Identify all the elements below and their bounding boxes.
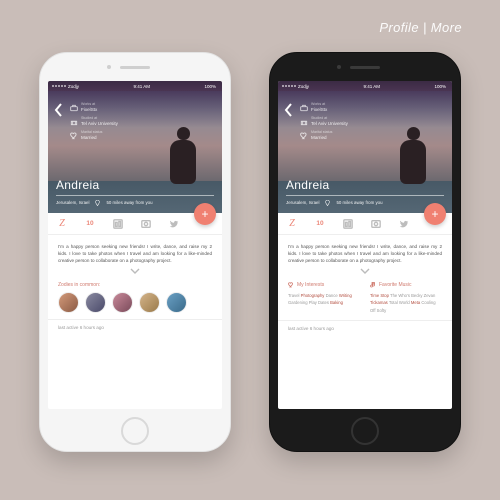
- tab-row: Z 10 +: [278, 213, 452, 235]
- phone-black: Zodjy 9:41 AM 100% Works atFixelStx: [269, 52, 461, 452]
- tab-photos[interactable]: [366, 214, 386, 234]
- zody-avatar[interactable]: [85, 292, 106, 313]
- briefcase-icon: [70, 104, 78, 112]
- interests-title: My Interests: [288, 282, 360, 288]
- hero: Works atFixelStx Studied atTel Aviv Univ…: [278, 91, 452, 213]
- zody-avatar[interactable]: [112, 292, 133, 313]
- add-button[interactable]: +: [424, 203, 446, 225]
- heart-icon: [300, 132, 308, 140]
- screen-profile: Zodjy 9:41 AM 100% Works atFixelStx: [48, 81, 222, 409]
- hero: Works atFixelStx Studied atTel Aviv Univ…: [48, 91, 222, 213]
- status-bar: Zodjy 9:41 AM 100%: [278, 81, 452, 91]
- page-label: Profile | More: [379, 20, 462, 35]
- expand-bio[interactable]: [288, 268, 442, 276]
- distance-label: 50 miles away from you: [336, 200, 382, 205]
- battery-label: 100%: [204, 84, 216, 89]
- back-button[interactable]: [284, 103, 294, 117]
- status-bar: Zodjy 9:41 AM 100%: [48, 81, 222, 91]
- bio-text: I'm a happy person seeking new friends! …: [288, 243, 442, 264]
- school-icon: [300, 118, 308, 126]
- marital-row: Marital statusMarried: [70, 131, 152, 140]
- phone-white: Zodjy 9:41 AM 100% Works atFixelStx: [39, 52, 231, 452]
- tab-row: Z 10 +: [48, 213, 222, 235]
- tab-count[interactable]: 10: [80, 214, 100, 234]
- home-button[interactable]: [351, 417, 379, 445]
- add-button[interactable]: +: [194, 203, 216, 225]
- last-active: last active 6 hours ago: [278, 320, 452, 331]
- zody-avatar[interactable]: [139, 292, 160, 313]
- tab-music[interactable]: [108, 214, 128, 234]
- home-button[interactable]: [121, 417, 149, 445]
- tab-z[interactable]: Z: [282, 214, 302, 234]
- note-icon: [370, 282, 376, 288]
- profile-name: Andreia: [56, 178, 214, 192]
- profile-name: Andreia: [286, 178, 444, 192]
- clock: 9:41 AM: [363, 84, 380, 89]
- last-active: last active 6 hours ago: [48, 319, 222, 330]
- music-title: Favorite Music: [370, 282, 442, 288]
- music-tags: Time Stop The Who's Becky Zevan Tickamas…: [370, 292, 442, 313]
- briefcase-icon: [300, 104, 308, 112]
- zodies-title: Zodies in common:: [58, 282, 212, 288]
- studied-at-row: Studied atTel Aviv University: [70, 117, 152, 126]
- heart-outline-icon: [288, 282, 294, 288]
- tab-count[interactable]: 10: [310, 214, 330, 234]
- zody-avatar[interactable]: [58, 292, 79, 313]
- back-button[interactable]: [54, 103, 64, 117]
- school-icon: [70, 118, 78, 126]
- pin-icon: [95, 200, 100, 205]
- interests-tags: Travel Photography Dance Writing Gardeni…: [288, 292, 360, 306]
- signal-icon: [52, 85, 66, 87]
- tab-photos[interactable]: [136, 214, 156, 234]
- location-label: Jerusalem, Israel: [56, 200, 89, 205]
- carrier-label: Zodjy: [68, 84, 79, 89]
- expand-bio[interactable]: [58, 268, 212, 276]
- zody-avatar[interactable]: [166, 292, 187, 313]
- bio-text: I'm a happy person seeking new friends! …: [58, 243, 212, 264]
- works-at-row: Works atFixelStx: [70, 103, 152, 112]
- zodies-row: [58, 292, 212, 313]
- studied-at-row: Studied atTel Aviv University: [300, 117, 382, 126]
- signal-icon: [282, 85, 296, 87]
- clock: 9:41 AM: [133, 84, 150, 89]
- pin-icon: [325, 200, 330, 205]
- works-at-row: Works atFixelStx: [300, 103, 382, 112]
- heart-icon: [70, 132, 78, 140]
- distance-label: 50 miles away from you: [106, 200, 152, 205]
- marital-row: Marital statusMarried: [300, 131, 382, 140]
- carrier-label: Zodjy: [298, 84, 309, 89]
- tab-twitter[interactable]: [394, 214, 414, 234]
- screen-more: Zodjy 9:41 AM 100% Works atFixelStx: [278, 81, 452, 409]
- tab-z[interactable]: Z: [52, 214, 72, 234]
- location-label: Jerusalem, Israel: [286, 200, 319, 205]
- tab-twitter[interactable]: [164, 214, 184, 234]
- tab-music[interactable]: [338, 214, 358, 234]
- battery-label: 100%: [434, 84, 446, 89]
